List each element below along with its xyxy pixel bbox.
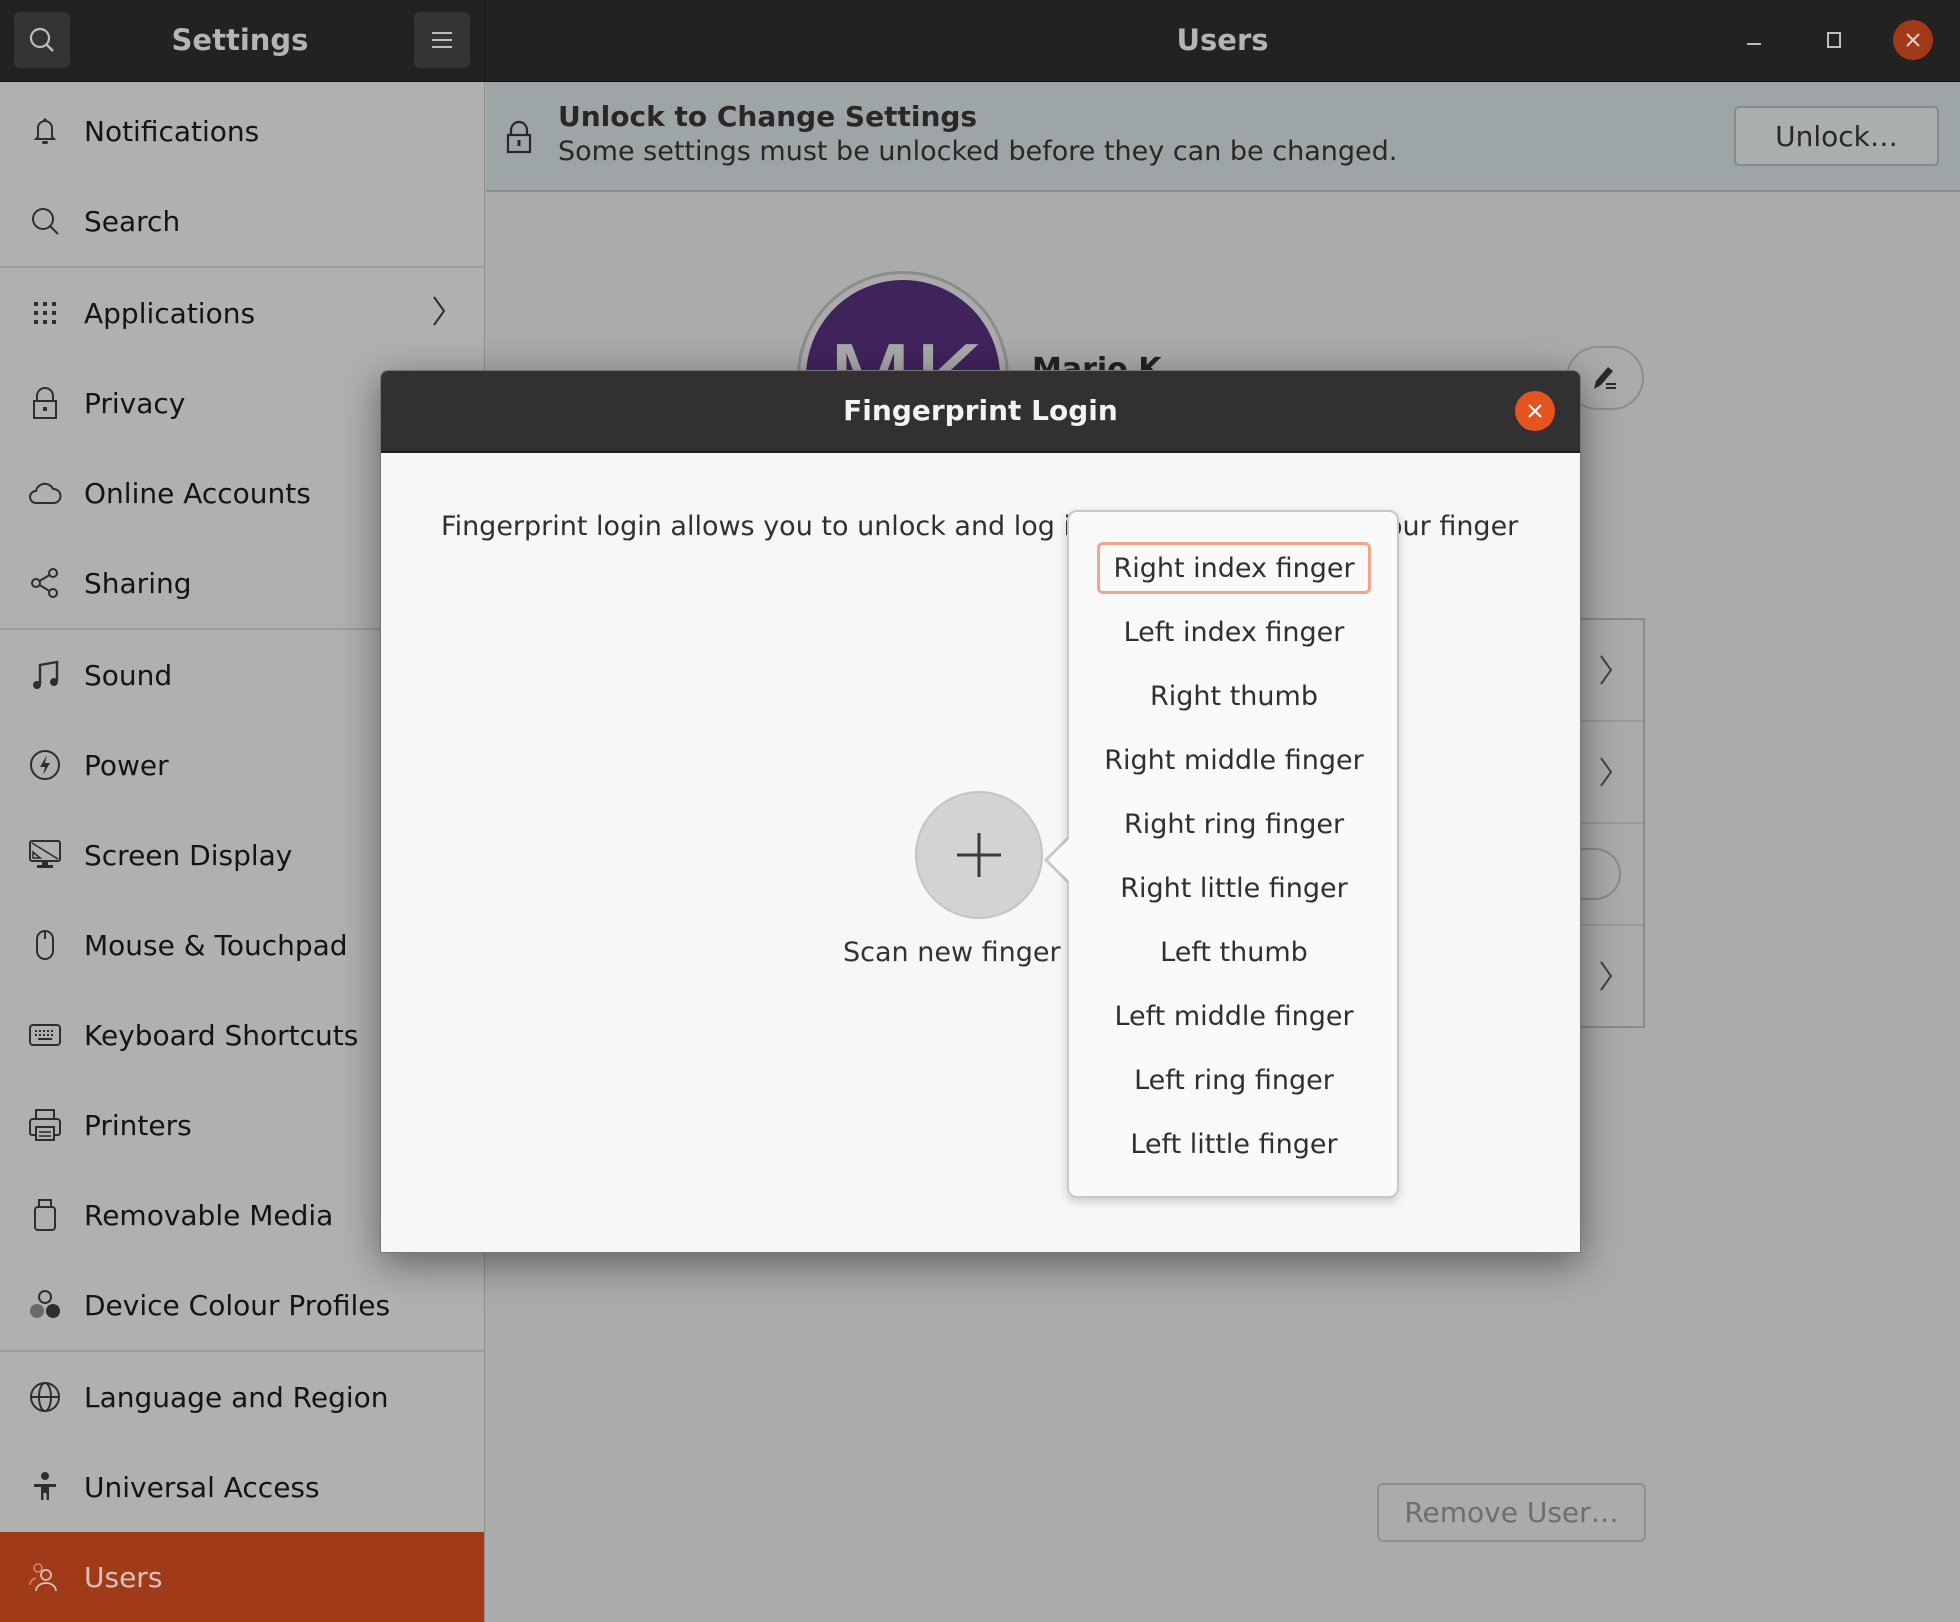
minimize-icon [1747, 43, 1761, 45]
plus-icon [957, 833, 1001, 877]
scan-new-fingerprint-label: Scan new fingerprint [843, 937, 1063, 968]
sidebar-item-device-colour-profiles[interactable]: Device Colour Profiles [0, 1260, 484, 1350]
dialog-close-button[interactable] [1515, 391, 1555, 431]
sidebar-item-label: Universal Access [84, 1470, 320, 1504]
dialog-description-tail: our finger [1386, 511, 1519, 542]
finger-option-left-little[interactable]: Left little finger [1097, 1118, 1371, 1170]
sidebar-item-label: Language and Region [84, 1380, 389, 1414]
dialog-description: Fingerprint login allows you to unlock a… [441, 511, 1089, 542]
finger-option-left-ring[interactable]: Left ring finger [1097, 1054, 1371, 1106]
dialog-title: Fingerprint Login [843, 394, 1118, 427]
sidebar-item-label: Users [84, 1560, 163, 1594]
finger-option-left-thumb[interactable]: Left thumb [1097, 926, 1371, 978]
sidebar-item-notifications[interactable]: Notifications [0, 86, 484, 176]
settings-window: Settings Users Notifications Search Appl… [0, 0, 1960, 1622]
colour-profiles-icon [28, 1288, 62, 1322]
usb-drive-icon [28, 1198, 62, 1232]
unlock-banner: Unlock to Change Settings Some settings … [486, 82, 1960, 192]
sidebar-item-label: Device Colour Profiles [84, 1288, 391, 1322]
main-menu-button[interactable] [414, 12, 470, 68]
app-grid-icon [28, 296, 62, 330]
minimize-button[interactable] [1734, 20, 1774, 60]
popover-arrow-fill [1048, 838, 1070, 882]
chevron-right-icon [1599, 756, 1613, 792]
finger-option-left-middle[interactable]: Left middle finger [1097, 990, 1371, 1042]
sidebar-item-label: Power [84, 748, 169, 782]
header-bar: Settings Users [0, 0, 1960, 82]
sidebar-item-users[interactable]: Users [0, 1532, 484, 1622]
finger-option-right-little[interactable]: Right little finger [1097, 862, 1371, 914]
cloud-icon [28, 476, 62, 510]
fingerprint-login-dialog: Fingerprint Login Fingerprint login allo… [380, 370, 1581, 1253]
finger-option-left-index[interactable]: Left index finger [1097, 606, 1371, 658]
sidebar-item-applications[interactable]: Applications [0, 268, 484, 358]
scan-new-fingerprint-button[interactable] [915, 791, 1043, 919]
printer-icon [28, 1108, 62, 1142]
sidebar-header: Settings [0, 0, 485, 82]
sidebar-item-search[interactable]: Search [0, 176, 484, 266]
chevron-right-icon [1599, 654, 1613, 690]
unlock-button[interactable]: Unlock… [1734, 106, 1939, 166]
users-icon [28, 1560, 62, 1594]
finger-option-right-index[interactable]: Right index finger [1097, 542, 1371, 594]
close-icon [1528, 404, 1542, 418]
finger-option-right-thumb[interactable]: Right thumb [1097, 670, 1371, 722]
sidebar-item-label: Privacy [84, 386, 186, 420]
sidebar-item-language-region[interactable]: Language and Region [0, 1352, 484, 1442]
sidebar-item-label: Online Accounts [84, 476, 311, 510]
sidebar-item-label: Removable Media [84, 1198, 334, 1232]
music-note-icon [28, 658, 62, 692]
hamburger-menu-icon [432, 32, 452, 48]
sidebar-item-label: Screen Display [84, 838, 293, 872]
accessibility-icon [28, 1470, 62, 1504]
close-icon [1906, 33, 1920, 47]
share-icon [28, 566, 62, 600]
mouse-icon [28, 928, 62, 962]
banner-title: Unlock to Change Settings [558, 100, 978, 133]
banner-subtitle: Some settings must be unlocked before th… [558, 136, 1398, 167]
chevron-right-icon [1599, 960, 1613, 996]
sidebar-item-label: Search [84, 204, 181, 238]
finger-option-right-ring[interactable]: Right ring finger [1097, 798, 1371, 850]
power-icon [28, 748, 62, 782]
sidebar-item-universal-access[interactable]: Universal Access [0, 1442, 484, 1532]
sidebar-item-label: Mouse & Touchpad [84, 928, 348, 962]
keyboard-icon [28, 1018, 62, 1052]
sidebar-item-label: Sound [84, 658, 173, 692]
finger-option-right-middle[interactable]: Right middle finger [1097, 734, 1371, 786]
maximize-icon [1827, 32, 1841, 48]
search-icon [29, 27, 54, 52]
bell-icon [28, 114, 62, 148]
sidebar-item-label: Keyboard Shortcuts [84, 1018, 359, 1052]
lock-icon [28, 386, 62, 420]
search-icon [28, 204, 62, 238]
search-button[interactable] [14, 12, 70, 68]
maximize-button[interactable] [1814, 20, 1854, 60]
chevron-right-icon [432, 295, 446, 331]
remove-user-button[interactable]: Remove User… [1377, 1483, 1646, 1542]
sidebar-item-label: Sharing [84, 566, 192, 600]
app-title: Settings [171, 23, 309, 57]
sidebar-item-label: Printers [84, 1108, 192, 1142]
edit-icon [1594, 367, 1616, 389]
sidebar-item-label: Notifications [84, 114, 260, 148]
finger-select-popover: Right index finger Left index finger Rig… [1067, 510, 1399, 1198]
lock-icon [506, 120, 532, 158]
close-window-button[interactable] [1893, 20, 1933, 60]
globe-icon [28, 1380, 62, 1414]
dialog-header: Fingerprint Login [381, 371, 1580, 453]
display-icon [28, 838, 62, 872]
sidebar-item-label: Applications [84, 296, 256, 330]
